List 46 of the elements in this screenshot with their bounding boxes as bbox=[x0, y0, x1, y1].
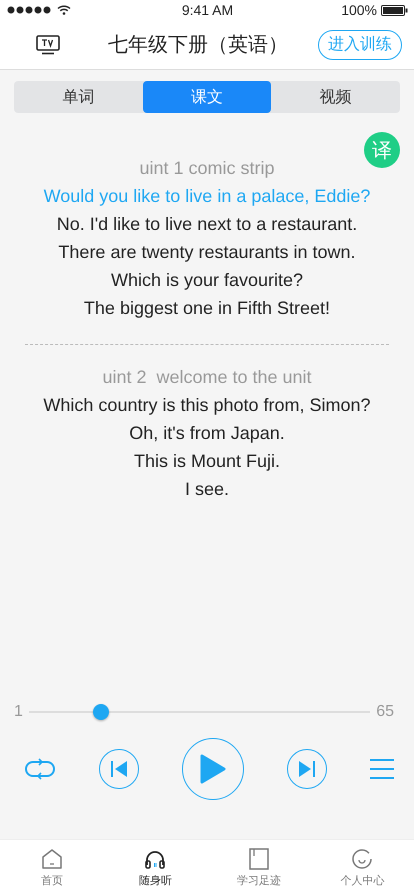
lesson-line[interactable]: This is Mount Fuji. bbox=[134, 447, 280, 475]
headphones-icon bbox=[144, 848, 166, 870]
house-icon bbox=[40, 848, 63, 870]
previous-icon bbox=[110, 760, 128, 778]
nav-item[interactable]: 首页 bbox=[12, 848, 92, 888]
play-icon bbox=[200, 754, 226, 784]
repeat-button[interactable] bbox=[24, 757, 56, 781]
end-number: 65 bbox=[376, 703, 394, 721]
previous-button[interactable] bbox=[99, 749, 139, 789]
nav-label: 随身听 bbox=[138, 874, 172, 888]
section-title: uint 1 comic strip bbox=[139, 157, 275, 180]
wifi-icon bbox=[57, 5, 71, 15]
lesson-line[interactable]: No. I'd like to live next to a restaurant. bbox=[56, 210, 358, 238]
nav-item[interactable]: 个人中心 bbox=[322, 848, 402, 888]
smile-icon bbox=[351, 848, 374, 870]
nav-item[interactable]: 随身听 bbox=[115, 848, 196, 888]
nav-label: 首页 bbox=[40, 874, 63, 888]
menu-icon bbox=[370, 759, 394, 779]
lesson-line[interactable]: I see. bbox=[184, 475, 230, 503]
signal-icon bbox=[7, 6, 53, 14]
section-title: uint 2 welcome to the unit bbox=[102, 366, 312, 389]
next-button[interactable] bbox=[287, 749, 327, 789]
nav-item[interactable]: 学习足迹 bbox=[218, 848, 299, 888]
lesson-line[interactable]: Which country is this photo from, Simon? bbox=[43, 391, 371, 419]
tab[interactable]: 视频 bbox=[271, 81, 400, 113]
nav-label: 个人中心 bbox=[340, 874, 384, 888]
repeat-icon bbox=[24, 757, 56, 781]
page-title: 七年级下册（英语） bbox=[108, 33, 288, 58]
lesson-line[interactable]: Oh, it's from Japan. bbox=[129, 419, 285, 447]
start-number: 1 bbox=[14, 703, 23, 721]
battery-percent: 100% bbox=[341, 2, 377, 18]
book-icon bbox=[248, 848, 270, 870]
play-button[interactable] bbox=[182, 738, 244, 800]
nav-label: 学习足迹 bbox=[236, 874, 281, 888]
lesson-line[interactable]: The biggest one in Fifth Street! bbox=[84, 294, 330, 322]
next-icon bbox=[298, 760, 316, 778]
status-time: 9:41 AM bbox=[182, 2, 234, 18]
tv-icon bbox=[36, 34, 60, 54]
battery-icon bbox=[381, 4, 408, 16]
lesson-line[interactable]: Which is your favourite? bbox=[110, 266, 304, 294]
tv-button[interactable] bbox=[36, 34, 60, 54]
tab[interactable]: 课文 bbox=[142, 81, 272, 113]
tab[interactable]: 单词 bbox=[14, 81, 143, 113]
lesson-line[interactable]: There are twenty restaurants in town. bbox=[58, 238, 356, 266]
menu-button[interactable] bbox=[370, 759, 394, 779]
progress-thumb[interactable] bbox=[92, 704, 109, 720]
